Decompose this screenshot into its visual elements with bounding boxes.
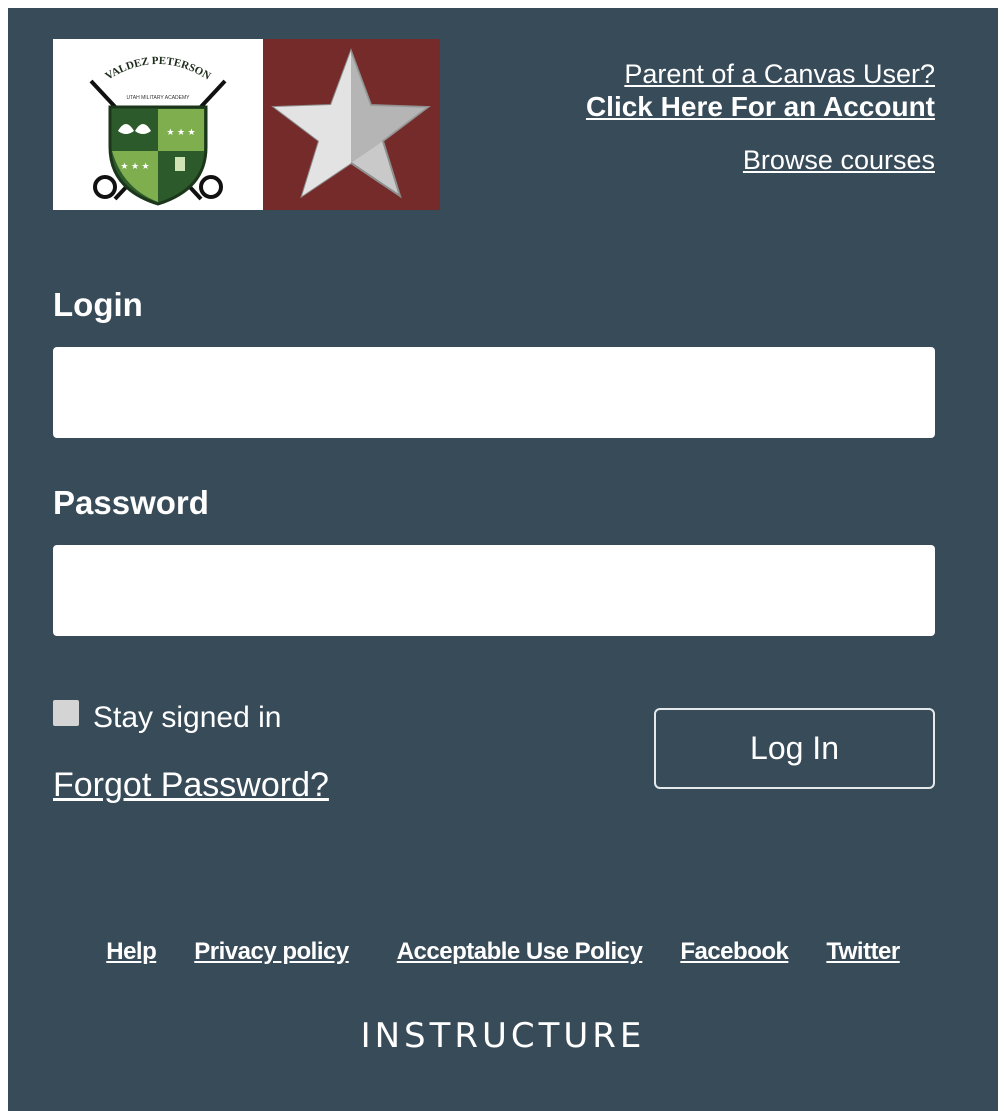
password-label: Password bbox=[53, 484, 209, 521]
footer-twitter-link[interactable]: Twitter bbox=[826, 938, 900, 966]
crest-logo: VALDEZ PETERSON UTAH MILITARY ACADEMY ★ … bbox=[53, 39, 263, 210]
login-panel: VALDEZ PETERSON UTAH MILITARY ACADEMY ★ … bbox=[8, 8, 998, 1111]
star-icon bbox=[271, 48, 431, 199]
instructure-logo: INSTRUCTURE bbox=[360, 1016, 646, 1056]
login-label: Login bbox=[53, 286, 143, 323]
footer-help-link[interactable]: Help bbox=[106, 938, 157, 966]
password-input[interactable] bbox=[53, 545, 935, 636]
svg-text:★ ★ ★: ★ ★ ★ bbox=[120, 161, 149, 171]
footer-links: Help Privacy policy Acceptable Use Polic… bbox=[8, 938, 998, 966]
login-input[interactable] bbox=[53, 347, 935, 438]
top-links: Parent of a Canvas User? Click Here For … bbox=[586, 58, 935, 176]
footer-facebook-link[interactable]: Facebook bbox=[680, 938, 789, 966]
stay-signed-in-checkbox[interactable] bbox=[53, 700, 79, 726]
crest-icon: VALDEZ PETERSON UTAH MILITARY ACADEMY ★ … bbox=[89, 55, 227, 206]
forgot-password-link[interactable]: Forgot Password? bbox=[53, 766, 329, 805]
school-logo: VALDEZ PETERSON UTAH MILITARY ACADEMY ★ … bbox=[53, 39, 440, 210]
star-logo bbox=[263, 39, 440, 210]
stay-signed-in-label[interactable]: Stay signed in bbox=[93, 701, 281, 735]
svg-text:★ ★ ★: ★ ★ ★ bbox=[166, 127, 195, 137]
log-in-button[interactable]: Log In bbox=[654, 708, 935, 789]
browse-courses-link[interactable]: Browse courses bbox=[586, 144, 935, 176]
footer-acceptable-use-link[interactable]: Acceptable Use Policy bbox=[397, 938, 643, 966]
create-account-link[interactable]: Click Here For an Account bbox=[586, 90, 935, 124]
footer-privacy-link[interactable]: Privacy policy bbox=[194, 938, 349, 966]
parent-account-link[interactable]: Parent of a Canvas User? bbox=[586, 58, 935, 90]
stay-signed-in[interactable]: Stay signed in bbox=[53, 700, 281, 735]
svg-text:UTAH MILITARY ACADEMY: UTAH MILITARY ACADEMY bbox=[127, 95, 191, 101]
svg-text:VALDEZ PETERSON: VALDEZ PETERSON bbox=[103, 55, 212, 83]
